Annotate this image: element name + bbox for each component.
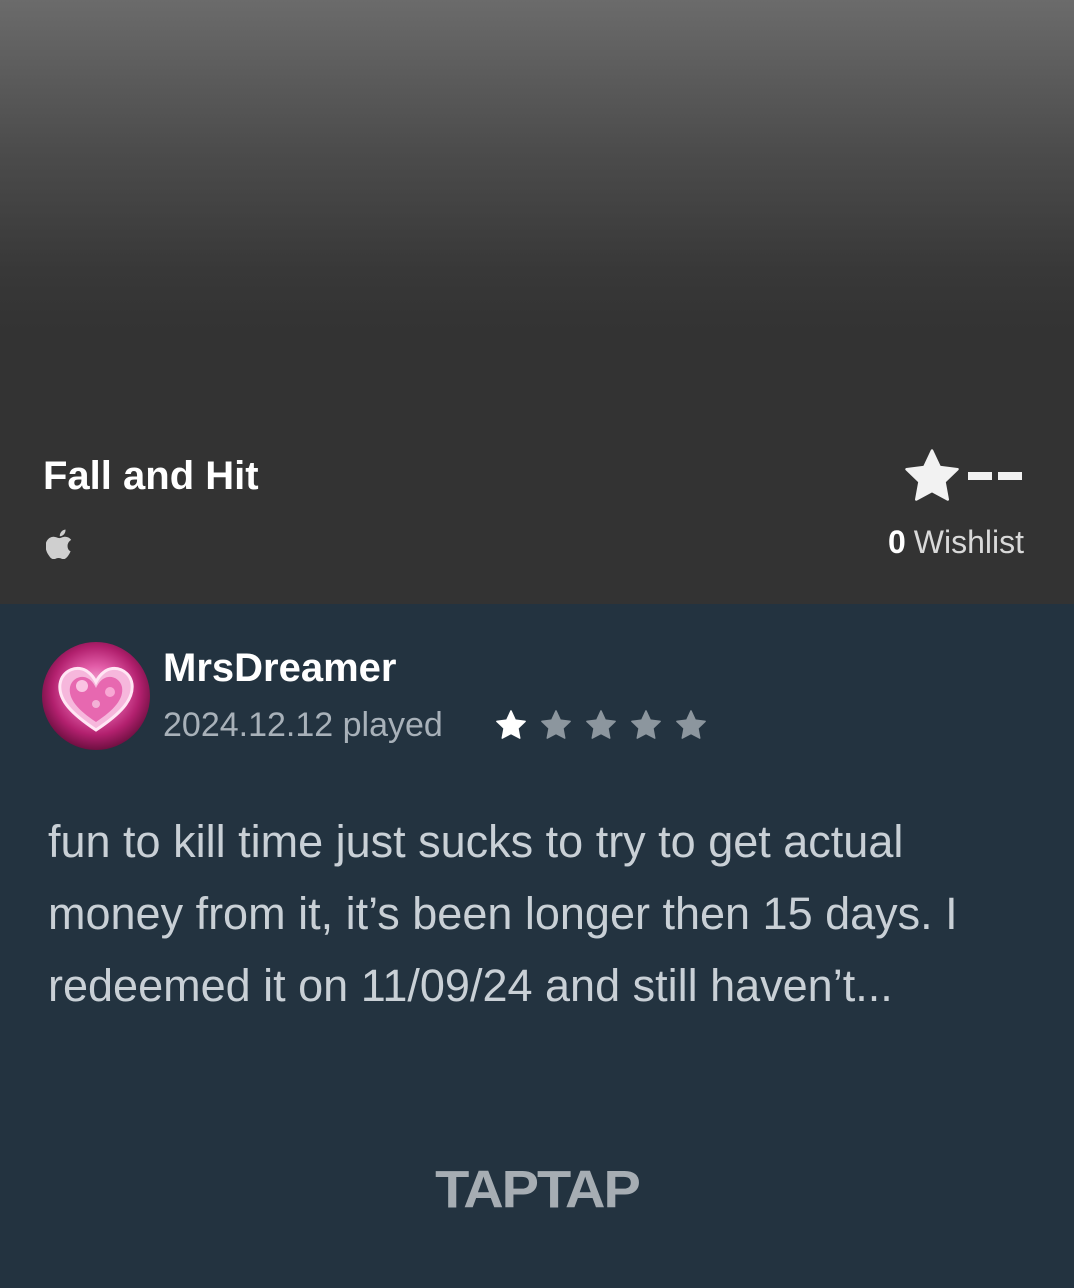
wishlist-label: Wishlist — [913, 524, 1024, 560]
game-rating — [902, 446, 1022, 506]
rating-dash — [998, 472, 1022, 480]
taptap-logo: TAPTAP — [435, 1164, 641, 1216]
game-header: Fall and Hit 0 Wishlist — [0, 0, 1074, 604]
star-filled-icon — [496, 710, 526, 739]
game-title: Fall and Hit — [43, 454, 259, 498]
wishlist-info: 0 Wishlist — [888, 522, 1024, 562]
review-card: MrsDreamer 2024.12.12 played fun to kill… — [0, 604, 1074, 1288]
heart-avatar-image — [58, 667, 134, 732]
svg-text:TAPTAP: TAPTAP — [435, 1164, 639, 1216]
star-empty-icon — [541, 710, 571, 739]
username[interactable]: MrsDreamer — [163, 644, 396, 692]
review-star-rating — [494, 708, 719, 742]
star-empty-icon — [631, 710, 661, 739]
avatar[interactable] — [42, 642, 150, 750]
star-icon — [905, 449, 959, 501]
wishlist-count: 0 — [887, 524, 906, 560]
played-date: 2024.12.12 played — [163, 706, 443, 744]
review-text[interactable]: fun to kill time just sucks to try to ge… — [48, 806, 1028, 1022]
star-empty-icon — [586, 710, 616, 739]
rating-dash — [968, 472, 992, 480]
apple-icon — [46, 529, 72, 559]
star-empty-icon — [676, 710, 706, 739]
